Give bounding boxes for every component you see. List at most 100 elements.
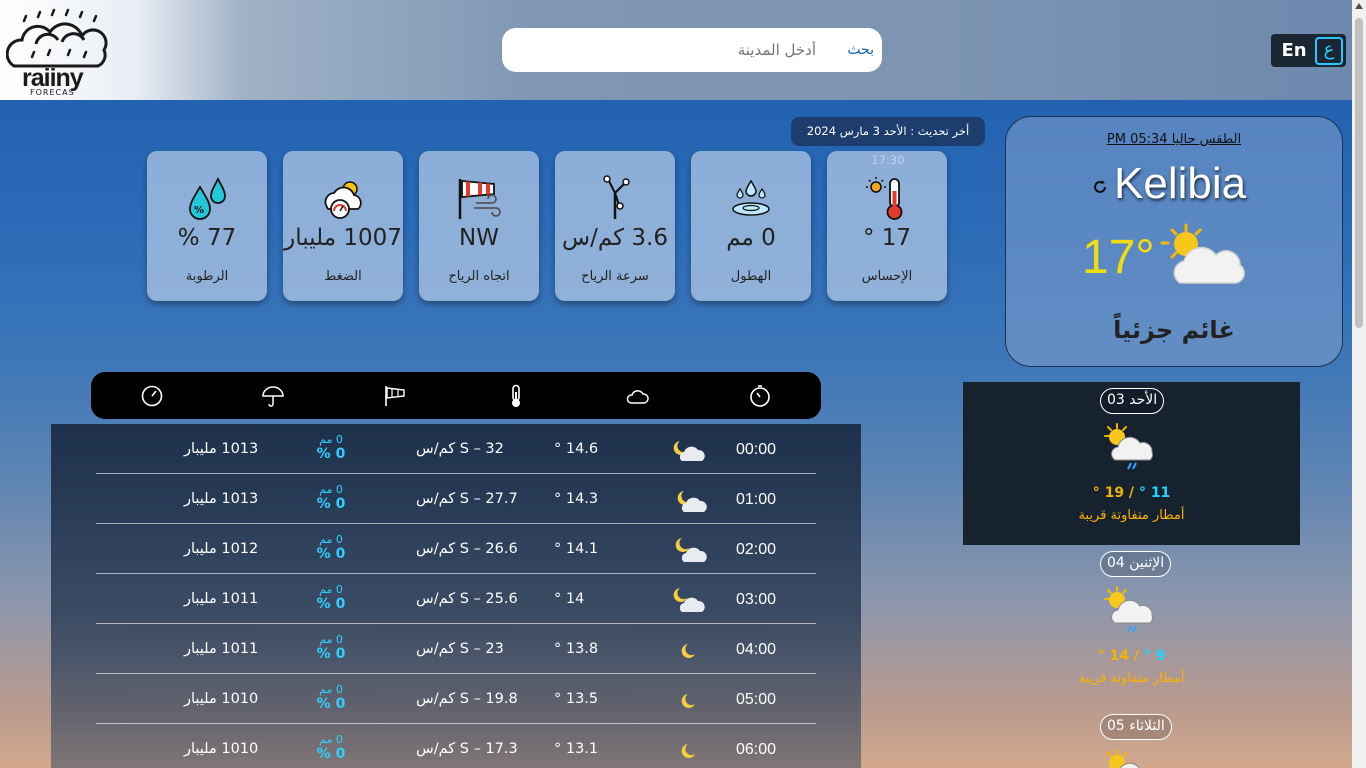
hour-time: 02:00 — [736, 541, 777, 558]
hour-precipitation: 0 مم 0 % — [306, 633, 356, 662]
hour-precip-mm: 0 مم — [319, 533, 343, 546]
hourly-header-bar — [91, 372, 821, 419]
daily-forecast-list: الأحد 03 11 ° / 19 ° أمطار متفاوتة قريبة… — [963, 382, 1300, 768]
hour-time: 01:00 — [736, 491, 777, 508]
thermometer-sun-icon — [866, 177, 903, 220]
hour-wind: S – 27.7 كم/س — [416, 491, 518, 507]
day-description: أمطار متفاوتة قريبة — [1078, 508, 1185, 523]
day-badge: الثلاثاء 05 — [1100, 714, 1172, 740]
current-weather-panel: الطقس حاليا 05:34 PM Kelibia 17° غائم جز… — [1005, 116, 1343, 367]
moon-icon — [681, 694, 695, 708]
hour-wind: S – 25.6 كم/س — [416, 591, 518, 607]
cloudy-night-icon — [675, 538, 707, 562]
city-name: Kelibia — [1114, 159, 1247, 208]
lang-ar-button[interactable]: ع — [1315, 36, 1343, 65]
day-max-temp: 19 ° — [1092, 485, 1125, 501]
stat-card-pressure: 1007 مليبار الضغط — [283, 151, 403, 301]
day-badge: الإثنين 04 — [1100, 551, 1172, 577]
moon-icon — [681, 644, 695, 658]
humidity-value: 77 % — [177, 225, 237, 251]
hour-precipitation: 0 مم 0 % — [306, 533, 356, 562]
precipitation-value: 0 مم — [726, 225, 776, 251]
wind-direction-value: NW — [459, 225, 499, 251]
hour-pressure: 1013 مليبار — [184, 491, 259, 507]
hour-precip-chance: 0 % — [316, 596, 346, 612]
hour-precip-chance: 0 % — [316, 496, 346, 512]
hour-precip-chance: 0 % — [316, 546, 346, 562]
table-row: 04:00 13.8 ° S – 23 كم/س 0 مم 0 % 1011 م… — [96, 624, 816, 674]
hour-temperature: 13.5 ° — [554, 691, 599, 707]
day-badge: الأحد 03 — [1100, 388, 1165, 414]
stopwatch-icon — [750, 385, 770, 407]
hour-time: 00:00 — [736, 441, 777, 458]
day-card[interactable]: الثلاثاء 05 — [963, 708, 1300, 768]
precipitation-label: الهطول — [730, 269, 772, 284]
day-min-temp: 9 ° — [1143, 648, 1166, 664]
stat-card-wind-direction: NW اتجاه الرياح — [419, 151, 539, 301]
hour-precip-mm: 0 مم — [319, 683, 343, 696]
refresh-icon[interactable] — [1092, 179, 1108, 195]
hour-precip-mm: 0 مم — [319, 433, 343, 446]
stat-card-precipitation: 0 مم الهطول — [691, 151, 811, 301]
table-row: 02:00 14.1 ° S – 26.6 كم/س 0 مم 0 % 1012… — [96, 524, 816, 574]
hour-precip-chance: 0 % — [316, 446, 346, 462]
city-search-input[interactable] — [516, 41, 816, 59]
hour-precipitation: 0 مم 0 % — [306, 483, 356, 512]
hour-precip-mm: 0 مم — [319, 633, 343, 646]
day-card[interactable]: الأحد 03 11 ° / 19 ° أمطار متفاوتة قريبة — [963, 382, 1300, 545]
hour-pressure: 1011 مليبار — [184, 591, 259, 607]
language-switcher: En ع — [1271, 34, 1346, 67]
hour-temperature: 13.8 ° — [554, 641, 599, 657]
lang-en-button[interactable]: En — [1273, 40, 1315, 61]
feels-like-label: الإحساس — [861, 269, 913, 284]
search-bar: بحث — [502, 28, 882, 72]
wind-speed-label: سرعة الرياح — [581, 269, 649, 284]
hour-time: 06:00 — [736, 741, 777, 758]
day-card[interactable]: الإثنين 04 9 ° / 14 ° أمطار متفاوتة قريب… — [963, 545, 1300, 708]
current-description: غائم جزئياً — [1113, 316, 1235, 344]
stat-card-humidity: % 77 % الرطوبة — [147, 151, 267, 301]
day-min-max: 9 ° / 14 ° — [1097, 648, 1166, 664]
hour-wind: S – 26.6 كم/س — [416, 541, 518, 557]
windsock-icon — [385, 386, 405, 406]
hourly-forecast-table: 00:00 14.6 ° S – 32 كم/س 0 مم 0 % 1013 م… — [51, 424, 861, 768]
hour-wind: S – 23 كم/س — [416, 641, 504, 657]
rainy-logo[interactable]: raiiny FORECAS — [5, 6, 112, 98]
hour-precipitation: 0 مم 0 % — [306, 433, 356, 462]
hour-time: 04:00 — [736, 641, 777, 658]
current-time-subtitle: الطقس حاليا 05:34 PM — [1106, 132, 1242, 147]
cloudy-night-icon — [673, 441, 705, 461]
day-max-temp: 14 ° — [1097, 648, 1129, 664]
wind-direction-label: اتجاه الرياح — [448, 269, 510, 284]
hour-temperature: 13.1 ° — [554, 741, 599, 757]
page-scrollbar[interactable] — [1352, 0, 1366, 768]
hour-precip-mm: 0 مم — [319, 483, 343, 496]
hour-wind: S – 19.8 كم/س — [416, 691, 518, 707]
day-description: أمطار متفاوتة قريبة — [1078, 671, 1185, 686]
logo-subtext: FORECAS — [30, 88, 75, 97]
hour-precipitation: 0 مم 0 % — [306, 733, 356, 762]
hour-precipitation: 0 مم 0 % — [306, 683, 356, 712]
table-row: 01:00 14.3 ° S – 27.7 كم/س 0 مم 0 % 1013… — [96, 474, 816, 524]
table-row: 03:00 14 ° S – 25.6 كم/س 0 مم 0 % 1011 م… — [96, 574, 816, 624]
partly-cloudy-sun-icon — [1160, 223, 1245, 284]
hour-pressure: 1012 مليبار — [184, 541, 259, 557]
current-temperature: 17° — [1082, 231, 1155, 284]
moon-icon — [681, 744, 695, 758]
umbrella-icon — [262, 386, 284, 407]
sun-cloud-rain-icon — [1104, 586, 1153, 633]
svg-text:%: % — [194, 205, 204, 216]
hour-temperature: 14.3 ° — [554, 491, 599, 507]
hour-precip-mm: 0 مم — [319, 583, 343, 596]
scrollbar-thumb[interactable] — [1355, 18, 1363, 328]
hour-time: 03:00 — [736, 591, 777, 608]
anemometer-icon — [603, 175, 630, 219]
feels-like-value: 17 ° — [862, 225, 912, 251]
humidity-label: الرطوبة — [185, 269, 229, 284]
table-row: 06:00 13.1 ° S – 17.3 كم/س 0 مم 0 % 1010… — [96, 724, 816, 768]
last-update-badge: أخر تحديث : الأحد 3 مارس 2024 17:30 — [791, 117, 985, 167]
scroll-up-arrow-icon[interactable] — [1355, 3, 1363, 9]
search-button[interactable]: بحث — [847, 42, 874, 58]
hour-pressure: 1011 مليبار — [184, 641, 259, 657]
thermometer-icon — [512, 384, 520, 407]
